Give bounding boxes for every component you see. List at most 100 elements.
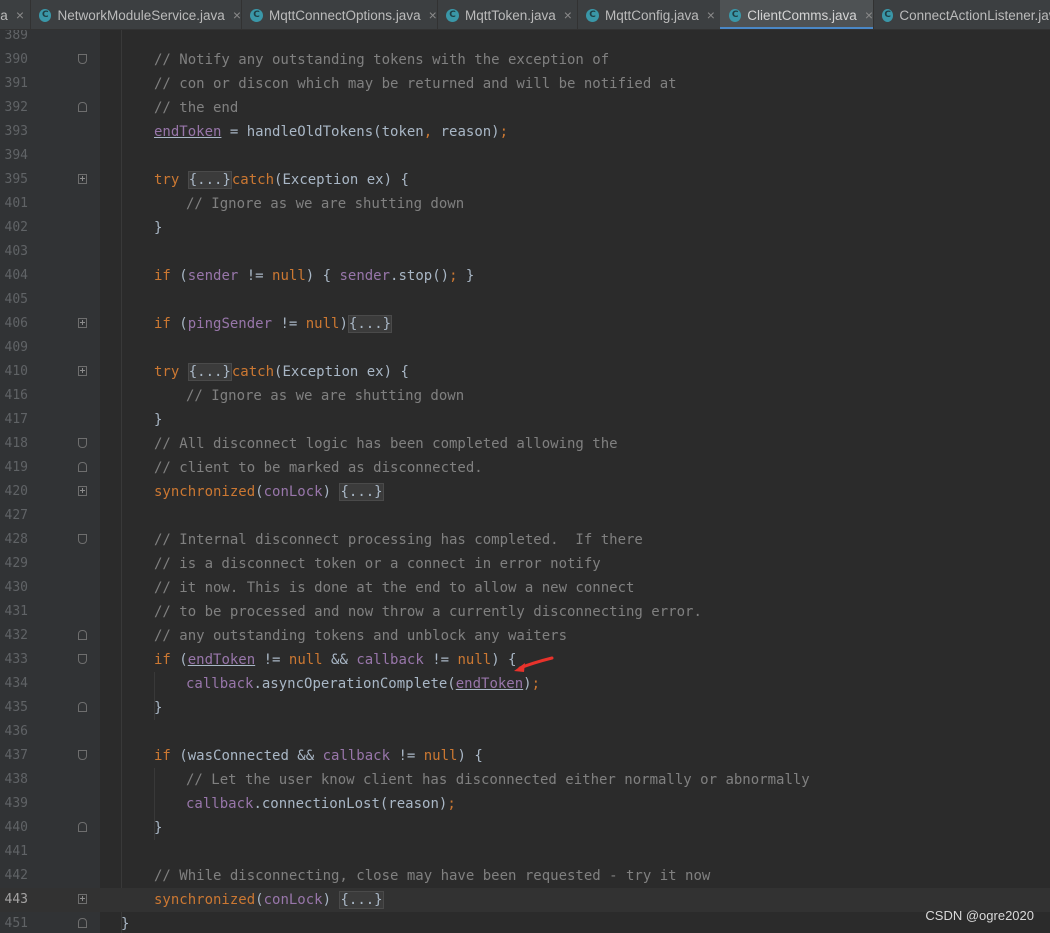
code-token: } [121, 916, 130, 932]
code-token: catch [231, 364, 275, 380]
code-text: // Internal disconnect processing has co… [154, 528, 643, 552]
code-line[interactable]: 391 // con or discon which may be returne… [0, 72, 1050, 96]
line-number: 433 [4, 652, 28, 667]
code-line[interactable]: 405 [0, 288, 1050, 312]
code-token: // to be processed and now throw a curre… [154, 604, 702, 620]
line-number: 432 [4, 628, 28, 643]
code-line[interactable]: 441 [0, 840, 1050, 864]
code-line[interactable]: 390 // Notify any outstanding tokens with… [0, 48, 1050, 72]
code-line[interactable]: 442 // While disconnecting, close may hav… [0, 864, 1050, 888]
code-line[interactable]: 443 synchronized(conLock) {...} [0, 888, 1050, 912]
code-line[interactable]: 429 // is a disconnect token or a connect… [0, 552, 1050, 576]
fold-collapse-icon[interactable] [78, 822, 87, 832]
code-line[interactable]: 430 // it now. This is done at the end to… [0, 576, 1050, 600]
code-text: if (wasConnected && callback != null) { [154, 744, 483, 768]
code-line[interactable]: 438 // Let the user know client has disco… [0, 768, 1050, 792]
fold-collapse-icon[interactable] [78, 54, 87, 64]
code-line[interactable]: 451} [0, 912, 1050, 933]
close-icon[interactable]: × [233, 7, 241, 23]
fold-collapse-icon[interactable] [78, 438, 87, 448]
tab-label: NetworkModuleService.java [57, 7, 225, 23]
code-line[interactable]: 431 // to be processed and now throw a cu… [0, 600, 1050, 624]
code-text: // Ignore as we are shutting down [186, 192, 464, 216]
code-text: // While disconnecting, close may have b… [154, 864, 710, 888]
fold-collapse-icon[interactable] [78, 630, 87, 640]
code-editor[interactable]: 389 390 // Notify any outstanding tokens w… [0, 30, 1050, 933]
code-line[interactable]: 389 [0, 30, 1050, 48]
code-line[interactable]: 427 [0, 504, 1050, 528]
code-line[interactable]: 437 if (wasConnected && callback != null)… [0, 744, 1050, 768]
code-token: pingSender [187, 316, 273, 332]
close-icon[interactable]: × [564, 7, 572, 23]
code-line[interactable]: 410 try {...}catch(Exception ex) { [0, 360, 1050, 384]
close-icon[interactable]: × [707, 7, 715, 23]
code-line[interactable]: 440} [0, 816, 1050, 840]
code-token: // any outstanding tokens and unblock an… [154, 628, 568, 644]
code-line[interactable]: 395 try {...}catch(Exception ex) { [0, 168, 1050, 192]
code-line[interactable]: 428 // Internal disconnect processing has… [0, 528, 1050, 552]
java-class-icon: C [250, 8, 263, 22]
code-line[interactable]: 394 [0, 144, 1050, 168]
fold-expand-icon[interactable] [78, 894, 87, 904]
code-text: // All disconnect logic has been complet… [154, 432, 618, 456]
line-number: 439 [4, 796, 28, 811]
fold-expand-icon[interactable] [78, 486, 87, 496]
tab-clientcomms[interactable]: C ClientComms.java × [720, 0, 873, 29]
fold-collapse-icon[interactable] [78, 918, 87, 928]
line-number: 401 [4, 196, 28, 211]
code-line[interactable]: 401 // Ignore as we are shutting down [0, 192, 1050, 216]
code-line[interactable]: 393 endToken = handleOldTokens(token, rea… [0, 120, 1050, 144]
fold-collapse-icon[interactable] [78, 102, 87, 112]
close-icon[interactable]: × [429, 7, 437, 23]
fold-collapse-icon[interactable] [78, 750, 87, 760]
code-line[interactable]: 416 // Ignore as we are shutting down [0, 384, 1050, 408]
code-line[interactable]: 436 [0, 720, 1050, 744]
code-token: null [423, 748, 458, 764]
tab-mqttconfig[interactable]: C MqttConfig.java × [577, 0, 720, 29]
code-token: {...} [339, 483, 384, 501]
code-line[interactable]: 435} [0, 696, 1050, 720]
code-token: } [154, 700, 163, 716]
fold-expand-icon[interactable] [78, 366, 87, 376]
code-line[interactable]: 392 // the end [0, 96, 1050, 120]
code-token: .stop() [390, 268, 450, 284]
code-line[interactable]: 409 [0, 336, 1050, 360]
fold-expand-icon[interactable] [78, 174, 87, 184]
code-token: callback [322, 748, 391, 764]
fold-expand-icon[interactable] [78, 318, 87, 328]
code-line[interactable]: 402} [0, 216, 1050, 240]
line-number: 435 [4, 700, 28, 715]
code-token: conLock [263, 484, 323, 500]
code-text: if (sender != null) { sender.stop(); } [154, 264, 474, 288]
tab-mqttconnectoptions[interactable]: C MqttConnectOptions.java × [241, 0, 437, 29]
fold-collapse-icon[interactable] [78, 654, 87, 664]
code-token: (Exception ex) { [274, 364, 409, 380]
code-token: try [154, 172, 188, 188]
line-number: 406 [4, 316, 28, 331]
code-token: .asyncOperationComplete( [253, 676, 456, 692]
code-line[interactable]: 403 [0, 240, 1050, 264]
fold-collapse-icon[interactable] [78, 702, 87, 712]
code-line[interactable]: 406 if (pingSender != null){...} [0, 312, 1050, 336]
code-token: ( [255, 892, 264, 908]
fold-collapse-icon[interactable] [78, 462, 87, 472]
code-token: // Ignore as we are shutting down [186, 196, 465, 212]
java-class-icon: C [446, 8, 459, 22]
fold-collapse-icon[interactable] [78, 534, 87, 544]
code-line[interactable]: 420 synchronized(conLock) {...} [0, 480, 1050, 504]
tab-mqtttoken[interactable]: C MqttToken.java × [437, 0, 577, 29]
code-token: if [154, 652, 180, 668]
tab-a[interactable]: a × [0, 0, 30, 29]
line-number: 431 [4, 604, 28, 619]
code-token: ) [322, 892, 340, 908]
code-line[interactable]: 417} [0, 408, 1050, 432]
code-line[interactable]: 439 callback.connectionLost(reason); [0, 792, 1050, 816]
tab-connectactionlistener[interactable]: C ConnectActionListener.java [873, 0, 1050, 29]
code-line[interactable]: 432 // any outstanding tokens and unblock… [0, 624, 1050, 648]
code-line[interactable]: 419 // client to be marked as disconnecte… [0, 456, 1050, 480]
close-icon[interactable]: × [16, 7, 24, 23]
code-line[interactable]: 404 if (sender != null) { sender.stop(); … [0, 264, 1050, 288]
tab-networkmoduleservice[interactable]: C NetworkModuleService.java × [30, 0, 241, 29]
code-line[interactable]: 418 // All disconnect logic has been comp… [0, 432, 1050, 456]
close-icon[interactable]: × [865, 7, 873, 23]
